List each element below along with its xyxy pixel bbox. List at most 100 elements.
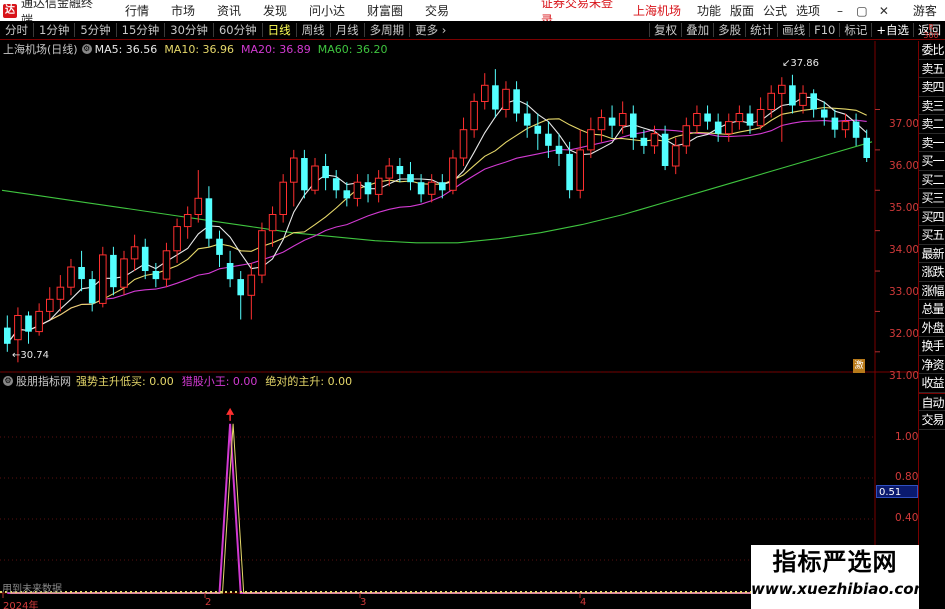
indicator-line3: 绝对的主升: 0.00 — [265, 375, 353, 388]
candle-body-down — [513, 89, 520, 114]
rp-waipan[interactable]: 外盘 — [919, 319, 945, 337]
rp-zidong[interactable]: 自动 — [919, 392, 945, 411]
right-quote-panel: 委比 卖五 卖四 卖三 卖二 卖一 买一 买二 买三 买四 买五 最新 涨跌 涨… — [918, 41, 945, 609]
ma10-line — [6, 106, 867, 345]
ma60-line — [1, 141, 873, 244]
candle-body-up — [120, 258, 128, 288]
rp-buy4[interactable]: 买四 — [919, 208, 945, 226]
indicator-settings-icon[interactable]: ⚙ — [3, 376, 13, 386]
candle-body-down — [88, 279, 96, 304]
candle-body-up — [470, 100, 478, 131]
rp-buy3[interactable]: 买三 — [919, 189, 945, 208]
kline-chart[interactable] — [0, 0, 945, 609]
candle-body-down — [439, 182, 446, 191]
candle-body-down — [523, 113, 531, 126]
candle-body-up — [374, 177, 383, 195]
candle-body-up — [279, 181, 287, 215]
rp-buy5[interactable]: 买五 — [919, 226, 945, 245]
settings-circle-icon[interactable]: ⚙ — [81, 44, 92, 54]
candle-body-down — [301, 158, 308, 191]
ma60-value: MA60: 36.20 — [317, 42, 388, 56]
candle-body-down — [216, 238, 223, 255]
candle-body-up — [799, 92, 807, 106]
candle-body-down — [821, 109, 828, 118]
candle-body-down — [566, 153, 573, 191]
candle-body-up — [311, 165, 319, 191]
rp-zuixin[interactable]: 最新 — [919, 245, 945, 263]
candle-body-down — [746, 113, 754, 126]
candle-body-up — [778, 84, 786, 94]
rp-jiaoyi[interactable]: 交易 — [919, 411, 945, 430]
right-panel-top-label: R 300 — [923, 23, 939, 40]
rp-mai3[interactable]: 卖三 — [919, 97, 945, 115]
candle-body-down — [364, 182, 372, 195]
rp-zhangfu[interactable]: 涨幅 — [919, 282, 945, 300]
candle-body-up — [618, 113, 627, 127]
candle-body-up — [841, 121, 850, 131]
rp-jingzi[interactable]: 净资 — [919, 356, 945, 374]
watermark-title: 指标严选网 — [772, 548, 898, 576]
candle-body-down — [714, 121, 722, 134]
candle-body-up — [67, 266, 75, 288]
indicator-line2: 猎股小王: 0.00 — [181, 375, 258, 388]
future-data-note: 用到未来数据 — [2, 584, 62, 595]
low-price-value: 30.74 — [20, 350, 50, 361]
watermark-url: www.xuezhibiao.com — [751, 580, 930, 598]
candle-body-down — [492, 85, 499, 110]
candle-body-down — [555, 145, 563, 154]
candle-body-up — [481, 84, 489, 103]
indicator-name: 股朋指标网 — [16, 375, 71, 388]
rp-weibi[interactable]: 委比 — [919, 41, 945, 60]
candle-body-up — [194, 197, 203, 216]
candle-body-up — [14, 315, 22, 341]
candle-body-up — [502, 88, 510, 111]
rp-mai5[interactable]: 卖五 — [919, 60, 945, 78]
rp-mai1[interactable]: 卖一 — [919, 134, 945, 152]
candle-body-up — [46, 298, 54, 312]
candle-body-up — [290, 157, 298, 183]
rp-buy2[interactable]: 买二 — [919, 171, 945, 189]
x-axis-label: 2024年 — [3, 601, 39, 609]
rp-huanshou[interactable]: 换手 — [919, 337, 945, 356]
rp-buy1[interactable]: 买一 — [919, 152, 945, 171]
rp-zongliang[interactable]: 总量 — [919, 300, 945, 319]
low-price-label: ←30.74 — [12, 350, 49, 361]
x-axis-label: 2 — [205, 597, 212, 608]
candle-body-down — [205, 198, 213, 239]
indicator-signal-line-2 — [10, 423, 870, 594]
indicator-signal-line — [7, 423, 867, 594]
candle-body-up — [587, 129, 595, 151]
candle-body-up — [258, 230, 266, 276]
x-axis-label: 3 — [360, 597, 367, 608]
candle-body-down — [226, 263, 234, 280]
candle-body-down — [852, 121, 860, 138]
rp-shouyi[interactable]: 收益 — [919, 374, 945, 393]
candle-body-up — [671, 145, 680, 167]
rp-zhangdie[interactable]: 涨跌 — [919, 263, 945, 282]
candle-body-up — [99, 254, 107, 304]
rp-mai2[interactable]: 卖二 — [919, 115, 945, 134]
ma20-line — [6, 119, 867, 345]
candle-body-up — [682, 125, 691, 147]
candle-body-up — [385, 165, 394, 179]
candle-body-down — [343, 190, 351, 199]
candle-body-down — [789, 85, 796, 106]
lightning-mark[interactable]: 激 — [853, 359, 865, 373]
signal-arrow-icon — [226, 407, 235, 415]
rp-mai4[interactable]: 卖四 — [919, 78, 945, 97]
ma5-line — [6, 96, 868, 345]
candle-body-up — [162, 250, 171, 280]
candle-body-up — [597, 117, 606, 131]
candle-body-up — [735, 113, 744, 123]
ma10-value: MA10: 36.96 — [164, 42, 235, 56]
candle-body-up — [130, 246, 139, 260]
candle-body-down — [407, 174, 414, 183]
candle-body-down — [810, 93, 817, 110]
high-price-value: 37.86 — [790, 58, 820, 69]
candle-body-up — [756, 109, 765, 127]
candle-body-down — [141, 246, 149, 271]
candle-body-up — [353, 181, 362, 199]
candle-body-up — [459, 129, 468, 159]
candle-body-up — [173, 226, 181, 252]
candle-body-down — [322, 166, 329, 179]
